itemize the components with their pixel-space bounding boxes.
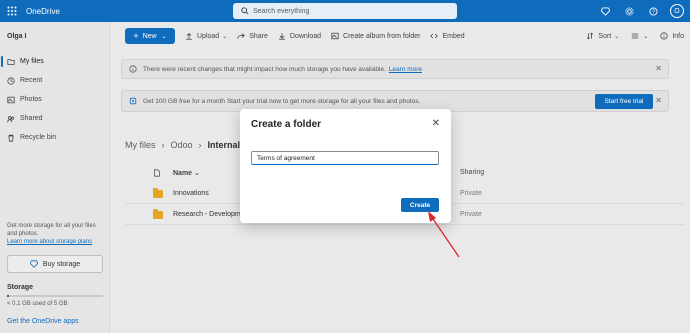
- svg-text:?: ?: [652, 9, 655, 15]
- settings-gear-icon[interactable]: [622, 2, 636, 20]
- dialog-title: Create a folder: [251, 119, 322, 130]
- search-placeholder: Search everything: [253, 7, 310, 15]
- app-launcher-icon[interactable]: [0, 0, 24, 22]
- create-folder-dialog: Create a folder ✕ Create: [240, 109, 451, 223]
- top-bar: OneDrive Search everything ? O: [0, 0, 690, 22]
- search-icon: [241, 7, 249, 15]
- close-icon[interactable]: ✕: [432, 118, 440, 129]
- app-title[interactable]: OneDrive: [26, 7, 60, 16]
- help-icon[interactable]: ?: [646, 2, 660, 20]
- create-button[interactable]: Create: [401, 198, 439, 212]
- folder-name-input[interactable]: [251, 151, 439, 165]
- premium-diamond-icon[interactable]: [598, 2, 612, 20]
- search-box[interactable]: Search everything: [233, 3, 457, 19]
- avatar[interactable]: O: [670, 4, 684, 18]
